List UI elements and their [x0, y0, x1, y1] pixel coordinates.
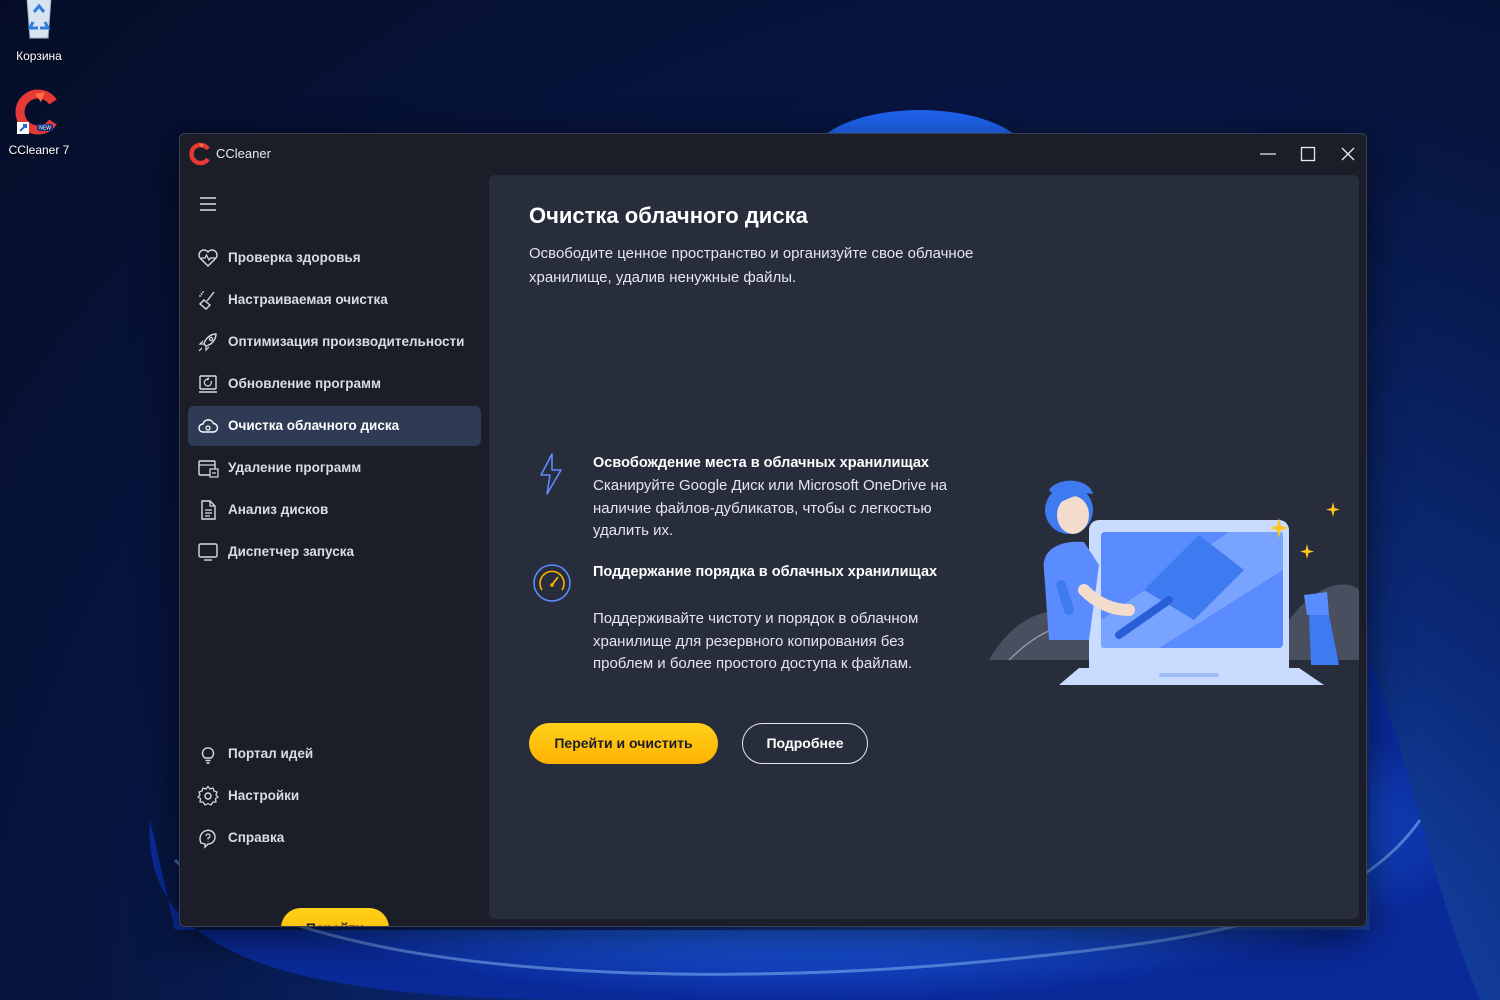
- sidebar-item-label: Справка: [228, 830, 285, 845]
- sidebar-item-help[interactable]: Справка: [188, 818, 481, 858]
- sidebar-item-uninstall[interactable]: Удаление программ: [188, 448, 481, 488]
- disk-analysis-icon: [201, 500, 216, 520]
- page-title: Очистка облачного диска: [529, 203, 808, 228]
- ccleaner-logo-icon: [189, 142, 210, 166]
- go-and-clean-button[interactable]: Перейти и очистить: [529, 723, 718, 764]
- close-icon: [1341, 147, 1355, 161]
- sidebar-item-label: Оптимизация производительности: [228, 334, 465, 349]
- help-icon: [199, 829, 216, 849]
- sidebar-item-health-check[interactable]: Проверка здоровья: [188, 238, 481, 278]
- ccleaner-desktop-shortcut[interactable]: NEW CCleaner 7: [0, 88, 78, 157]
- sidebar-item-software-update[interactable]: Обновление программ: [188, 364, 481, 404]
- lightbulb-icon: [201, 747, 215, 764]
- sidebar-item-label: Настраиваемая очистка: [228, 292, 388, 307]
- monitor-icon: [198, 543, 218, 561]
- maximize-icon: [1300, 146, 1316, 162]
- title-bar[interactable]: CCleaner: [180, 134, 1366, 174]
- cloud-clean-icon: [198, 419, 219, 433]
- maximize-button[interactable]: [1288, 134, 1328, 174]
- sidebar-item-settings[interactable]: Настройки: [188, 776, 481, 816]
- update-icon: [199, 375, 217, 393]
- ccleaner-logo-icon: NEW: [15, 89, 57, 135]
- cleaning-laptop-illustration: [989, 480, 1359, 685]
- recycle-bin-label: Корзина: [16, 49, 62, 63]
- minimize-button[interactable]: [1248, 134, 1288, 174]
- feature-description: Поддерживайте чистоту и порядок в облачн…: [593, 610, 919, 672]
- minimize-icon: [1260, 153, 1276, 155]
- main-panel: Очистка облачного диска Освободите ценно…: [489, 175, 1359, 919]
- ccleaner-shortcut-label: CCleaner 7: [8, 143, 70, 157]
- ccleaner-window: CCleaner Проверка здоровья Настраиваемая…: [179, 133, 1367, 927]
- sidebar-item-label: Обновление программ: [228, 376, 381, 391]
- feature-title: Освобождение места в облачных хранилищах: [593, 455, 929, 471]
- window-title: CCleaner: [216, 146, 271, 161]
- lightning-icon: [540, 453, 562, 495]
- sidebar-item-disk-analysis[interactable]: Анализ дисков: [188, 490, 481, 530]
- sidebar-item-performance[interactable]: Оптимизация производительности: [188, 322, 481, 362]
- sidebar-item-startup-manager[interactable]: Диспетчер запуска: [188, 532, 481, 572]
- sidebar: Проверка здоровья Настраиваемая очистка …: [180, 174, 488, 926]
- sidebar-item-custom-clean[interactable]: Настраиваемая очистка: [188, 280, 481, 320]
- feature-description: Сканируйте Google Диск или Microsoft One…: [593, 477, 948, 539]
- feature-title: Поддержание порядка в облачных хранилища…: [593, 564, 938, 580]
- sidebar-item-label: Проверка здоровья: [228, 250, 361, 265]
- sidebar-item-label: Анализ дисков: [228, 502, 329, 517]
- recycle-bin-desktop-icon[interactable]: Корзина: [0, 0, 78, 63]
- sidebar-item-label: Диспетчер запуска: [228, 544, 355, 559]
- recycle-bin-icon: [26, 0, 52, 39]
- sidebar-item-ideas-portal[interactable]: Портал идей: [188, 734, 481, 774]
- sidebar-item-label: Очистка облачного диска: [228, 418, 400, 433]
- sidebar-item-label: Портал идей: [228, 746, 314, 761]
- hamburger-menu-icon[interactable]: [198, 194, 218, 214]
- uninstall-icon: [198, 460, 219, 478]
- gear-icon: [197, 785, 219, 806]
- page-description: Освободите ценное пространство и организ…: [529, 245, 974, 286]
- learn-more-button[interactable]: Подробнее: [742, 723, 868, 764]
- sidebar-item-label: Настройки: [228, 788, 300, 803]
- broom-icon: [198, 291, 215, 310]
- sidebar-item-cloud-drive-clean[interactable]: Очистка облачного диска: [188, 406, 481, 446]
- svg-text:NEW: NEW: [39, 126, 51, 132]
- go-button[interactable]: Перейти: [281, 908, 389, 926]
- rocket-icon: [198, 333, 217, 352]
- speedometer-icon: [533, 564, 571, 602]
- heart-icon: [198, 249, 218, 267]
- close-button[interactable]: [1328, 134, 1366, 174]
- sidebar-item-label: Удаление программ: [228, 460, 362, 475]
